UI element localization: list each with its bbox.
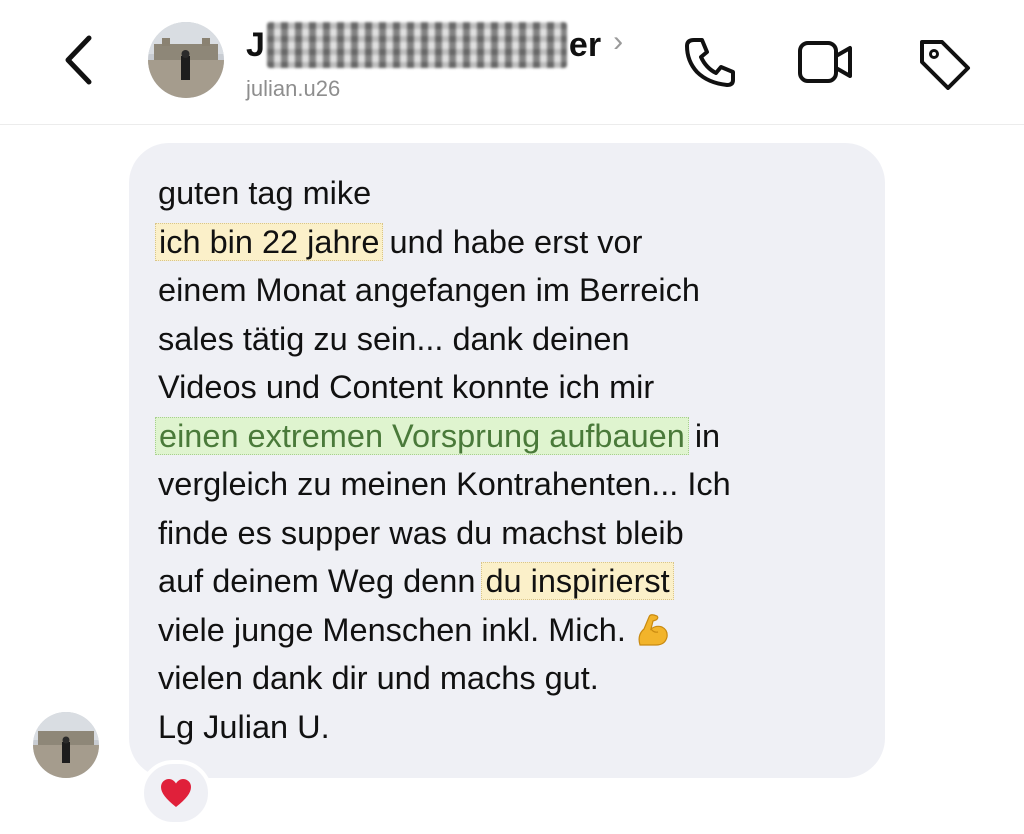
message-line: finde es supper was du machst bleib bbox=[158, 509, 855, 558]
reaction-badge[interactable] bbox=[140, 760, 212, 826]
sender-avatar[interactable] bbox=[33, 712, 99, 778]
chat-header: J er › julian.u26 bbox=[0, 0, 1024, 125]
message-text: sales tätig zu sein... dank deinen bbox=[158, 320, 630, 357]
avatar[interactable] bbox=[148, 22, 224, 98]
avatar-photo bbox=[33, 712, 99, 778]
message-text: auf deinem Weg denn bbox=[158, 563, 485, 599]
message-text: Lg Julian U. bbox=[158, 708, 330, 745]
highlight-yellow: du inspirierst bbox=[481, 562, 674, 600]
heart-icon bbox=[161, 779, 191, 807]
voice-call-button[interactable] bbox=[680, 34, 740, 90]
back-icon bbox=[65, 35, 92, 85]
highlight-yellow: ich bin 22 jahre bbox=[155, 222, 384, 261]
message-line: viele junge Menschen inkl. Mich. bbox=[158, 606, 855, 655]
message-bubble[interactable]: guten tag mike ich bin 22 jahre und habe… bbox=[129, 143, 885, 778]
message-line: auf deinem Weg denn du inspirierst bbox=[158, 557, 855, 606]
message-line: Videos und Content konnte ich mir bbox=[158, 363, 855, 412]
video-icon bbox=[798, 41, 852, 83]
message-text: vergleich zu meinen Kontrahenten... Ich bbox=[158, 466, 731, 502]
username: julian.u26 bbox=[246, 76, 341, 101]
message-line: guten tag mike bbox=[158, 169, 855, 218]
contact-name-end: er bbox=[568, 25, 602, 64]
message-text: in bbox=[685, 417, 721, 454]
message-text: Videos und Content konnte ich mir bbox=[158, 369, 655, 405]
message-line: einem Monat angefangen im Berreich bbox=[158, 266, 855, 315]
message-text: finde es supper was du machst bleib bbox=[158, 514, 684, 551]
avatar-photo bbox=[148, 22, 224, 98]
back-button[interactable] bbox=[56, 30, 106, 90]
video-call-button[interactable] bbox=[796, 34, 856, 90]
message-line: Lg Julian U. bbox=[158, 703, 855, 752]
message-line: vergleich zu meinen Kontrahenten... Ich bbox=[158, 460, 855, 509]
message-text: einem Monat angefangen im Berreich bbox=[158, 272, 700, 308]
phone-icon bbox=[685, 38, 735, 87]
message-line: vielen dank dir und machs gut. bbox=[158, 654, 855, 703]
message-text: viele junge Menschen inkl. Mich. bbox=[158, 611, 626, 648]
chat-title-button[interactable]: J er › bbox=[246, 22, 623, 68]
message-line: sales tätig zu sein... dank deinen bbox=[158, 315, 855, 364]
contact-name-start: J bbox=[246, 25, 265, 64]
chevron-right-icon: › bbox=[613, 25, 624, 58]
highlight-green: einen extremen Vorsprung aufbauen bbox=[155, 416, 689, 455]
message-text: vielen dank dir und machs gut. bbox=[158, 660, 599, 696]
message-text: und habe erst vor bbox=[380, 223, 643, 260]
tag-icon bbox=[920, 40, 970, 90]
message-line: einen extremen Vorsprung aufbauen in bbox=[155, 412, 855, 461]
flexed-biceps-icon bbox=[634, 611, 670, 647]
message-text: guten tag mike bbox=[158, 175, 372, 211]
redacted-name bbox=[266, 22, 567, 68]
message-line: ich bin 22 jahre und habe erst vor bbox=[155, 218, 855, 267]
label-button[interactable] bbox=[914, 34, 974, 90]
